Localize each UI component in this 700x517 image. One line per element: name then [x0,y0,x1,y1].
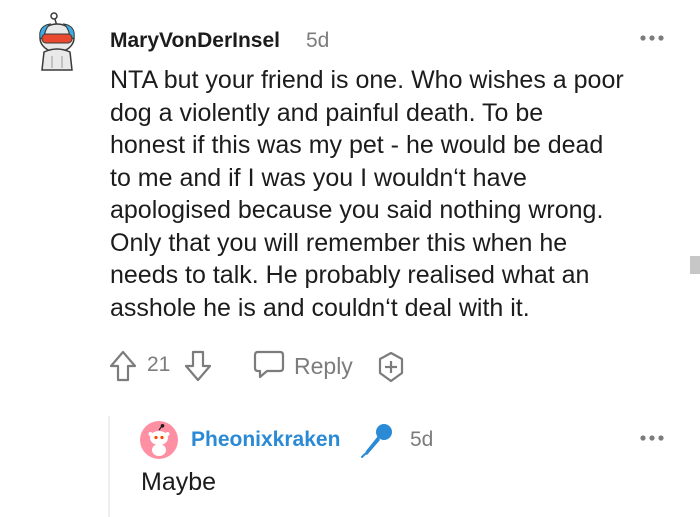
comment-body-line: honest if this was my pet - he would be … [110,131,604,159]
snoo-avatar-icon[interactable] [30,12,84,72]
reply-avatar-icon[interactable] [140,421,178,459]
vote-score: 21 [147,353,171,376]
comment-body-line: to me and if I was you I wouldn‘t have [110,163,527,192]
comment-body-line: dog a violently and painful death. To be [110,98,544,127]
microphone-icon [358,421,396,459]
comment-body-line: apologised because you said nothing wron… [110,196,604,224]
comment-age: 5d [306,29,330,52]
more-options-icon[interactable] [637,30,667,46]
add-award-icon[interactable] [374,350,408,384]
downvote-arrow-icon[interactable] [183,349,213,383]
reply-age: 5d [410,428,434,451]
speech-bubble-icon [252,349,286,384]
comment-author[interactable]: MaryVonDerInsel [110,29,280,53]
comment-body-line: needs to talk. He probably realised what… [110,261,590,289]
reply-body: Maybe [141,468,217,496]
comment-body-line: asshole he is and couldn‘t deal with it. [110,293,530,322]
reply-label: Reply [294,352,353,379]
comment-body-line: Only that you will remember this when he [110,228,568,257]
thread-line[interactable] [108,416,110,517]
reply-button[interactable]: Reply [252,349,353,383]
scrollbar-thumb[interactable] [690,256,700,274]
comment-body: NTA but your friend is one. Who wishes a… [110,64,695,324]
comment-body-line: NTA but your friend is one. Who wishes a… [110,66,624,94]
upvote-arrow-icon[interactable] [108,349,138,383]
more-options-icon[interactable] [637,430,667,446]
reply-author[interactable]: Pheonixkraken [191,428,340,452]
